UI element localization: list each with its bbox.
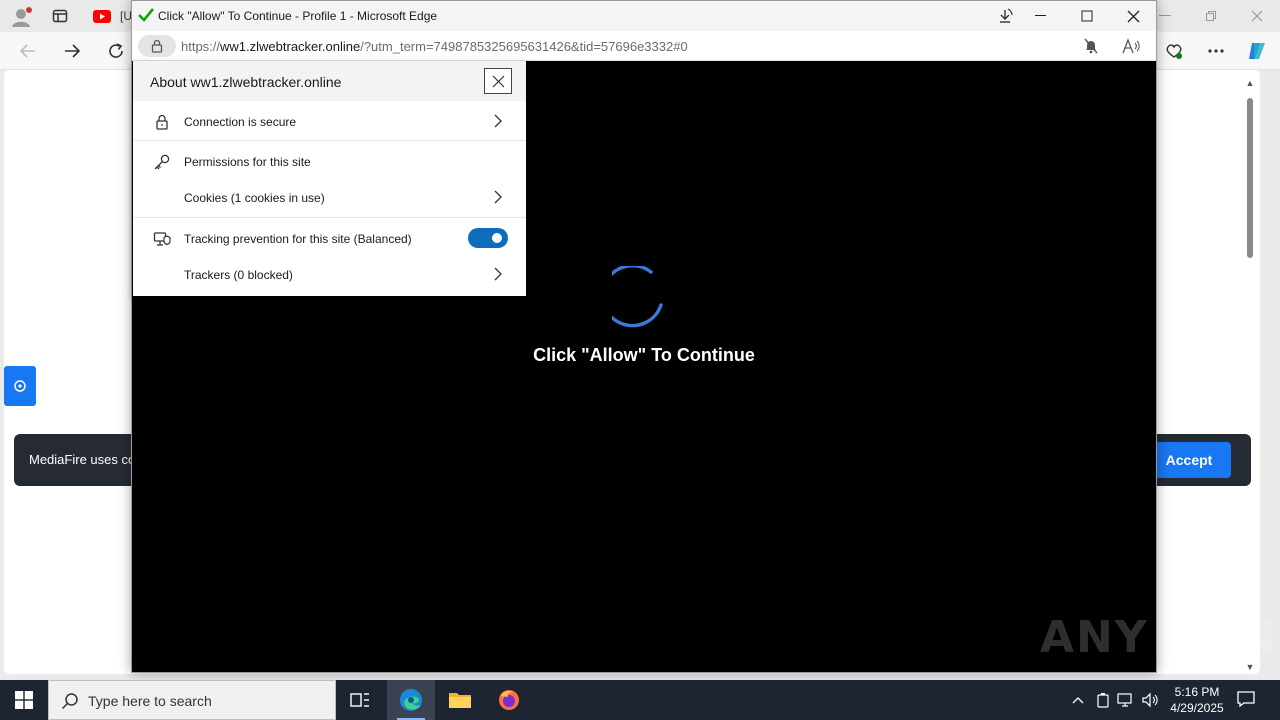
task-view-icon (350, 693, 369, 707)
feedback-side-button[interactable] (4, 366, 36, 406)
url-scheme: https:// (181, 39, 221, 54)
connection-secure-label: Connection is secure (184, 115, 297, 129)
close-icon (492, 75, 504, 87)
accept-button[interactable]: Accept (1147, 442, 1231, 478)
task-view-button[interactable] (336, 680, 384, 720)
start-button[interactable] (0, 680, 48, 720)
popup-page-content: Click "Allow" To Continue About ww1.zlwe… (132, 61, 1156, 672)
tracking-icon (153, 232, 171, 246)
tab-actions-icon[interactable] (50, 6, 70, 26)
taskbar-edge[interactable] (387, 680, 435, 720)
cookies-label: Cookies (1 cookies in use) (184, 191, 325, 205)
close-button[interactable] (1110, 1, 1156, 31)
allow-message: Click "Allow" To Continue (533, 345, 755, 365)
tracking-prevention-toggle[interactable] (468, 228, 508, 248)
popup-window: Click "Allow" To Continue - Profile 1 - … (131, 0, 1157, 673)
clock-date: 4/29/2025 (1170, 701, 1224, 715)
chevron-right-icon (494, 190, 502, 204)
lock-icon (151, 39, 163, 53)
network-icon[interactable] (1116, 690, 1136, 710)
cookies-row[interactable]: Cookies (1 cookies in use) (133, 179, 526, 215)
windows-logo-icon (15, 691, 33, 709)
taskbar-firefox[interactable] (485, 680, 533, 720)
lock-icon (156, 114, 168, 130)
chevron-right-icon (494, 267, 502, 281)
profile-avatar-icon[interactable] (8, 4, 34, 30)
close-icon[interactable] (1242, 6, 1272, 26)
notifications-blocked-icon[interactable] (1084, 38, 1098, 57)
notifications-icon[interactable] (1236, 690, 1258, 710)
popup-titlebar[interactable]: Click "Allow" To Continue - Profile 1 - … (132, 1, 1156, 31)
trackers-label: Trackers (0 blocked) (184, 268, 293, 282)
read-aloud-icon[interactable] (1122, 38, 1140, 57)
toggle-knob (492, 233, 502, 243)
youtube-tab-icon[interactable] (92, 8, 112, 24)
taskbar-file-explorer[interactable] (436, 680, 484, 720)
url-host: ww1.zlwebtracker.online (220, 39, 361, 54)
scroll-down-icon[interactable]: ▼ (1245, 662, 1255, 672)
tracking-prevention-row: Tracking prevention for this site (Balan… (133, 220, 526, 256)
url-path: /?utm_term=7498785325695631426&tid=57696… (360, 39, 688, 54)
site-info-flyout: About ww1.zlwebtracker.online Connection… (133, 61, 526, 296)
back-icon[interactable] (16, 40, 40, 62)
search-placeholder: Type here to search (88, 693, 212, 709)
divider (133, 140, 526, 141)
edge-icon (400, 689, 422, 711)
search-icon (61, 693, 78, 710)
site-info-header: About ww1.zlwebtracker.online (133, 61, 526, 101)
url-text[interactable]: https://ww1.zlwebtracker.online/?utm_ter… (181, 39, 688, 54)
system-clock[interactable]: 5:16 PM 4/29/2025 (1162, 684, 1232, 716)
permissions-label: Permissions for this site (184, 155, 311, 169)
taskbar-search-box[interactable]: Type here to search (48, 680, 336, 720)
site-info-close-button[interactable] (484, 68, 512, 94)
connection-secure-row[interactable]: Connection is secure (133, 103, 526, 139)
maximize-button[interactable] (1064, 1, 1110, 31)
scroll-up-icon[interactable]: ▲ (1245, 78, 1255, 88)
scrollbar-thumb[interactable] (1247, 98, 1253, 258)
trackers-row[interactable]: Trackers (0 blocked) (133, 256, 526, 292)
volume-icon[interactable] (1140, 690, 1160, 710)
anyrun-watermark: ANY RUN (1040, 612, 1279, 663)
key-icon (154, 154, 170, 170)
address-bar[interactable]: https://ww1.zlwebtracker.online/?utm_ter… (132, 31, 1156, 61)
browser-essentials-icon[interactable] (1162, 40, 1186, 62)
cookie-banner-text: MediaFire uses co (29, 452, 136, 467)
permissions-row[interactable]: Permissions for this site (133, 143, 526, 179)
taskbar: Type here to search 5:16 PM 4/29/2025 (0, 680, 1280, 720)
tracking-prevention-label: Tracking prevention for this site (Balan… (184, 232, 412, 246)
site-info-title: About ww1.zlwebtracker.online (150, 74, 342, 90)
page-scrollbar[interactable]: ▲ ▼ (1244, 76, 1256, 674)
folder-icon (449, 693, 471, 708)
clock-time: 5:16 PM (1174, 685, 1220, 699)
show-hidden-icons[interactable] (1068, 690, 1088, 710)
check-icon (138, 8, 154, 22)
divider (133, 217, 526, 218)
firefox-icon (499, 690, 519, 710)
copilot-icon[interactable] (1244, 38, 1270, 64)
settings-icon (14, 380, 26, 392)
restore-icon[interactable] (1196, 6, 1226, 26)
popup-title: Click "Allow" To Continue - Profile 1 - … (158, 9, 438, 23)
refresh-icon[interactable] (104, 40, 128, 62)
minimize-button[interactable] (1018, 1, 1064, 31)
site-info-button[interactable] (138, 35, 176, 57)
loading-spinner-icon (612, 266, 663, 328)
chevron-right-icon (494, 114, 502, 128)
more-options-icon[interactable] (1204, 40, 1228, 62)
battery-icon[interactable] (1093, 690, 1113, 710)
forward-icon[interactable] (60, 40, 84, 62)
